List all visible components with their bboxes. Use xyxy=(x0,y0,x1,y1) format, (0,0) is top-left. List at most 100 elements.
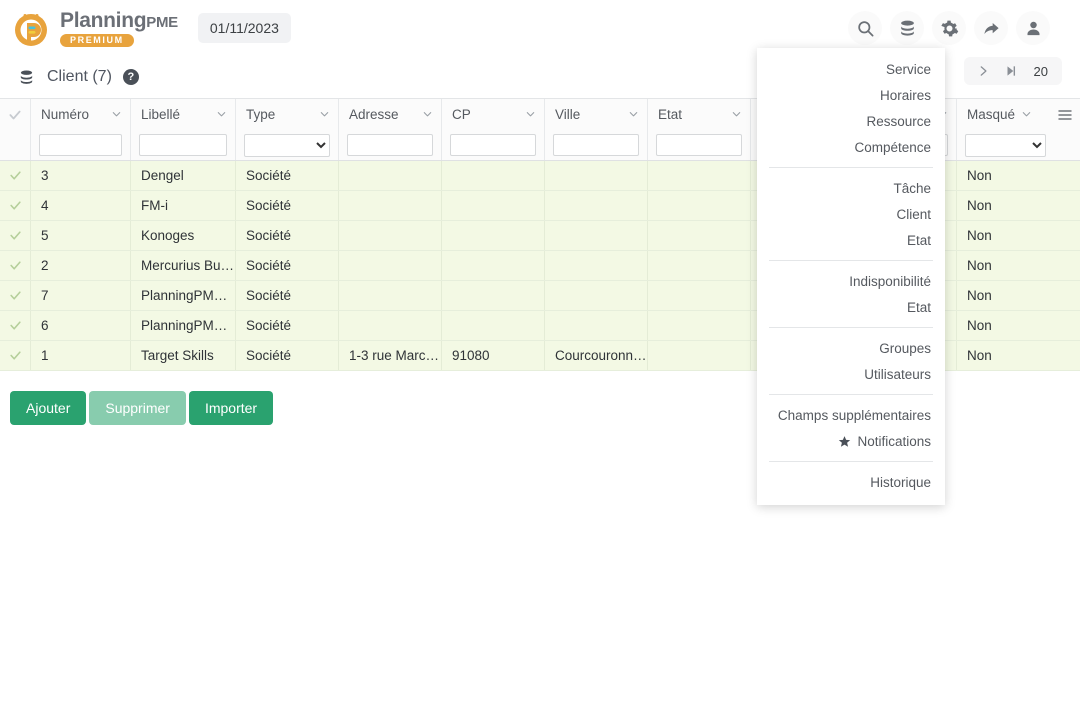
column-header-ville-label: Ville xyxy=(555,107,581,122)
menu-item-indisponibilit[interactable]: Indisponibilité xyxy=(757,268,945,294)
menu-item-etat[interactable]: Etat xyxy=(757,294,945,320)
menu-item-champs-suppl-mentaires[interactable]: Champs supplémentaires xyxy=(757,402,945,428)
app-logo[interactable]: PlanningPME PREMIUM xyxy=(10,7,178,49)
menu-item-horaires[interactable]: Horaires xyxy=(757,82,945,108)
filter-input-ville[interactable] xyxy=(553,134,639,156)
cell-type: Société xyxy=(235,341,338,370)
chevron-down-icon[interactable] xyxy=(422,107,433,122)
chevron-down-icon[interactable] xyxy=(216,107,227,122)
menu-item-utilisateurs[interactable]: Utilisateurs xyxy=(757,361,945,387)
cell-ville-text: Courcouronn… xyxy=(555,348,647,363)
cell-adresse xyxy=(338,191,441,220)
logo-premium-badge: PREMIUM xyxy=(60,33,134,47)
cell-numero: 7 xyxy=(30,281,130,310)
page-size-value[interactable]: 20 xyxy=(1026,64,1056,79)
row-checkbox[interactable] xyxy=(0,221,30,250)
cell-adresse xyxy=(338,221,441,250)
filter-input-numero[interactable] xyxy=(39,134,122,156)
cell-type: Société xyxy=(235,161,338,190)
user-icon[interactable] xyxy=(1016,11,1050,45)
row-checkbox[interactable] xyxy=(0,341,30,370)
cell-numero: 6 xyxy=(30,311,130,340)
chevron-down-icon[interactable] xyxy=(319,107,330,122)
share-icon[interactable] xyxy=(974,11,1008,45)
row-checkbox[interactable] xyxy=(0,251,30,280)
logo-title: PlanningPME xyxy=(60,10,178,31)
row-checkbox[interactable] xyxy=(0,191,30,220)
cell-cp xyxy=(441,221,544,250)
chevron-down-icon[interactable] xyxy=(1021,107,1032,122)
cell-masque-text: Non xyxy=(967,258,992,273)
cell-libelle-text: FM-i xyxy=(141,198,168,213)
next-page-button[interactable] xyxy=(970,58,996,84)
cell-masque: Non xyxy=(956,311,1054,340)
help-icon[interactable]: ? xyxy=(122,69,139,85)
chevron-down-icon[interactable] xyxy=(525,107,536,122)
column-header-adresse[interactable]: Adresse xyxy=(338,99,441,130)
gear-icon[interactable] xyxy=(932,11,966,45)
cell-type-text: Société xyxy=(246,288,292,303)
filter-select-type[interactable] xyxy=(244,133,330,157)
logo-title-pme: PME xyxy=(146,13,178,31)
column-header-type[interactable]: Type xyxy=(235,99,338,130)
cell-masque-text: Non xyxy=(967,348,992,363)
menu-item-client[interactable]: Client xyxy=(757,201,945,227)
cell-type-text: Société xyxy=(246,318,292,333)
chevron-down-icon[interactable] xyxy=(111,107,122,122)
menu-item-comp-tence[interactable]: Compétence xyxy=(757,134,945,160)
cell-masque: Non xyxy=(956,251,1054,280)
column-header-cp[interactable]: CP xyxy=(441,99,544,130)
menu-separator xyxy=(769,394,933,395)
column-header-masque[interactable]: Masqué xyxy=(956,99,1054,130)
menu-item-service[interactable]: Service xyxy=(757,56,945,82)
last-page-button[interactable] xyxy=(998,58,1024,84)
select-all-checkbox[interactable] xyxy=(0,99,30,130)
row-checkbox[interactable] xyxy=(0,161,30,190)
filter-select-masque[interactable] xyxy=(965,133,1046,157)
chevron-down-icon[interactable] xyxy=(628,107,639,122)
menu-item-groupes[interactable]: Groupes xyxy=(757,335,945,361)
column-header-ville[interactable]: Ville xyxy=(544,99,647,130)
chevron-down-icon[interactable] xyxy=(731,107,742,122)
filter-input-libelle[interactable] xyxy=(139,134,227,156)
cell-cp xyxy=(441,191,544,220)
menu-item-label: Historique xyxy=(870,474,931,490)
cell-adresse xyxy=(338,311,441,340)
filter-input-adresse[interactable] xyxy=(347,134,433,156)
menu-item-notifications[interactable]: Notifications xyxy=(757,428,945,454)
menu-item-historique[interactable]: Historique xyxy=(757,469,945,495)
cell-libelle: Mercurius Bu… xyxy=(130,251,235,280)
import-button[interactable]: Importer xyxy=(188,391,274,425)
filter-input-cp[interactable] xyxy=(450,134,536,156)
menu-item-label: Indisponibilité xyxy=(849,273,931,289)
date-field[interactable]: 01/11/2023 xyxy=(197,13,291,43)
cell-libelle-text: Dengel xyxy=(141,168,184,183)
app-root: PlanningPME PREMIUM 01/11/2023 Client (7… xyxy=(0,0,1080,720)
filter-input-etat[interactable] xyxy=(656,134,742,156)
add-button[interactable]: Ajouter xyxy=(10,391,87,425)
cell-cp xyxy=(441,161,544,190)
column-header-libelle[interactable]: Libellé xyxy=(130,99,235,130)
search-icon[interactable] xyxy=(848,11,882,45)
cell-adresse: 1-3 rue Marc… xyxy=(338,341,441,370)
column-header-adresse-label: Adresse xyxy=(349,107,399,122)
menu-item-t-che[interactable]: Tâche xyxy=(757,175,945,201)
column-header-numero[interactable]: Numéro xyxy=(30,99,130,130)
menu-item-label: Etat xyxy=(906,299,931,315)
filter-cell-adresse xyxy=(338,130,441,160)
menu-item-label: Etat xyxy=(906,232,931,248)
grid-menu-icon[interactable] xyxy=(1054,107,1076,123)
delete-button[interactable]: Supprimer xyxy=(89,391,186,425)
menu-item-label: Groupes xyxy=(879,340,931,356)
column-header-etat[interactable]: Etat xyxy=(647,99,750,130)
cell-ville: Courcouronn… xyxy=(544,341,647,370)
database-icon[interactable] xyxy=(890,11,924,45)
row-checkbox[interactable] xyxy=(0,281,30,310)
cell-ville xyxy=(544,281,647,310)
menu-item-ressource[interactable]: Ressource xyxy=(757,108,945,134)
cell-numero-text: 6 xyxy=(41,318,49,333)
cell-adresse xyxy=(338,161,441,190)
filter-cell-cp xyxy=(441,130,544,160)
row-checkbox[interactable] xyxy=(0,311,30,340)
menu-item-etat[interactable]: Etat xyxy=(757,227,945,253)
